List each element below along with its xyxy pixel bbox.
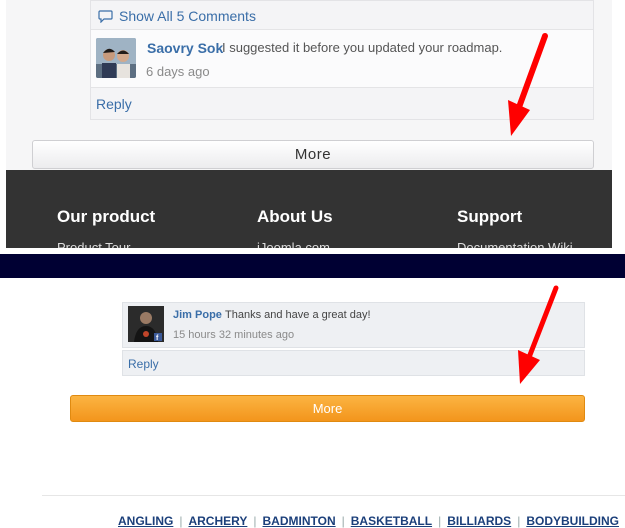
- comment-timestamp: 6 days ago: [146, 64, 210, 79]
- comment-author-link[interactable]: Jim Pope: [173, 309, 222, 321]
- more-button[interactable]: More: [70, 395, 585, 422]
- comment-author-link[interactable]: Saovry Sok: [147, 40, 223, 56]
- reply-link[interactable]: Reply: [128, 357, 159, 371]
- speech-bubble-icon: [98, 9, 113, 23]
- category-link-archery[interactable]: ARCHERY: [188, 514, 247, 528]
- show-all-comments-label: Show All 5 Comments: [119, 8, 256, 24]
- show-all-comments-link[interactable]: Show All 5 Comments: [98, 7, 256, 25]
- annotation-arrow: [508, 33, 548, 136]
- comment-text: Thanks and have a great day!: [225, 309, 371, 321]
- avatar: f: [128, 306, 164, 342]
- footer-heading-support: Support: [457, 207, 523, 226]
- category-links: ANGLING | ARCHERY | BADMINTON | BASKETBA…: [118, 514, 625, 528]
- annotation-arrow: [518, 285, 559, 384]
- avatar: [96, 38, 136, 78]
- category-link-badminton[interactable]: BADMINTON: [263, 514, 336, 528]
- reply-link[interactable]: Reply: [96, 96, 132, 112]
- screenshot-divider: [0, 254, 625, 278]
- category-link-angling[interactable]: ANGLING: [118, 514, 173, 528]
- footer-link-product-tour[interactable]: Product Tour: [57, 240, 130, 248]
- comment-text: I suggested it before you updated your r…: [222, 40, 503, 55]
- divider: [42, 495, 625, 496]
- footer-heading-our-product: Our product: [57, 207, 156, 226]
- category-link-basketball[interactable]: BASKETBALL: [351, 514, 432, 528]
- more-button[interactable]: More: [32, 140, 594, 169]
- comment-timestamp: 15 hours 32 minutes ago: [173, 329, 295, 341]
- category-link-bodybuilding[interactable]: BODYBUILDING: [526, 514, 619, 528]
- footer-link-ijoomla[interactable]: iJoomla.com: [257, 240, 330, 248]
- category-link-billiards[interactable]: BILLIARDS: [447, 514, 511, 528]
- footer-link-documentation-wiki[interactable]: Documentation Wiki: [457, 240, 573, 248]
- footer-heading-about-us: About Us: [257, 207, 333, 226]
- site-footer: Our product About Us Support Product Tou…: [6, 170, 612, 248]
